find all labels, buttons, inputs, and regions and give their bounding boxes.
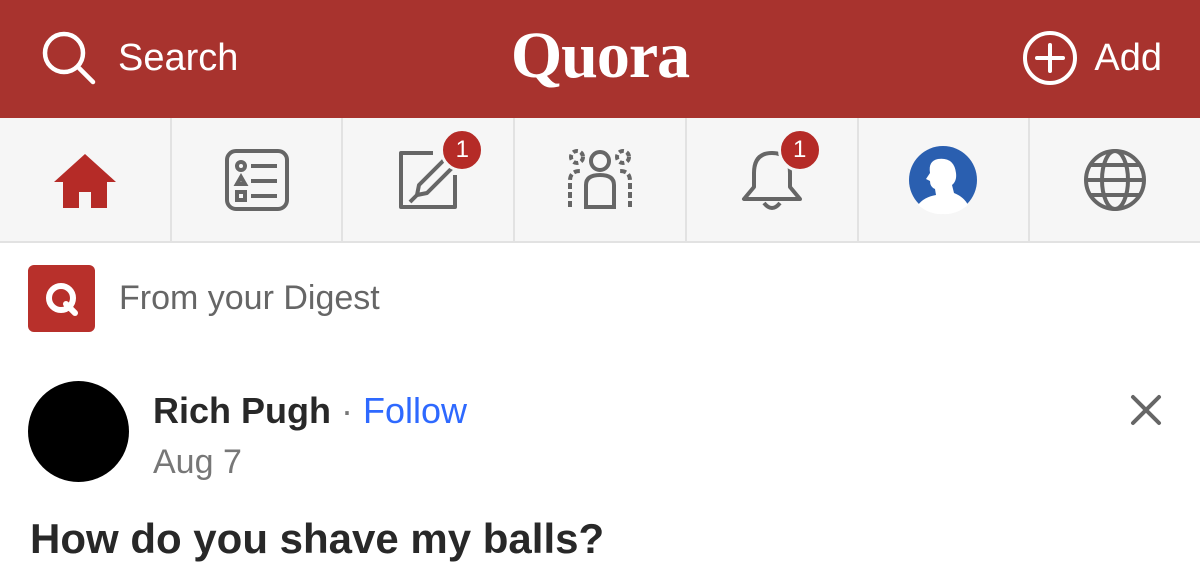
globe-icon [1082, 147, 1148, 213]
top-header: Search Quora Add [0, 0, 1200, 118]
nav-profile[interactable] [859, 118, 1031, 241]
answer-badge: 1 [440, 128, 485, 172]
main-nav: 1 1 [0, 118, 1200, 243]
nav-following[interactable] [172, 118, 344, 241]
digest-header: From your Digest [28, 265, 380, 332]
plus-circle-icon [1022, 30, 1078, 86]
search-icon [40, 29, 98, 87]
author-avatar[interactable] [28, 381, 129, 482]
author-line: Rich Pugh · Follow [153, 390, 467, 432]
add-button[interactable]: Add [1022, 30, 1162, 86]
digest-label: From your Digest [119, 279, 380, 317]
author-separator: · [341, 390, 353, 431]
nav-languages[interactable] [1030, 118, 1200, 241]
close-icon [1124, 395, 1168, 436]
nav-home[interactable] [0, 118, 172, 241]
search-label: Search [118, 36, 239, 79]
add-label: Add [1094, 36, 1162, 79]
quora-q-icon [28, 265, 95, 332]
following-list-icon [224, 148, 290, 212]
question-title[interactable]: How do you shave my balls? [30, 515, 604, 563]
post-date: Aug 7 [153, 443, 242, 481]
profile-avatar-icon [908, 145, 978, 215]
search-button[interactable]: Search [40, 30, 238, 86]
home-icon [50, 148, 120, 212]
follow-button[interactable]: Follow [363, 390, 467, 432]
dismiss-button[interactable] [1124, 388, 1168, 432]
nav-spaces[interactable] [515, 118, 687, 241]
nav-notifications[interactable]: 1 [687, 118, 859, 241]
nav-answer[interactable]: 1 [343, 118, 516, 241]
author-name[interactable]: Rich Pugh [153, 390, 331, 432]
spaces-people-icon [566, 147, 634, 213]
notifications-badge: 1 [777, 128, 822, 172]
